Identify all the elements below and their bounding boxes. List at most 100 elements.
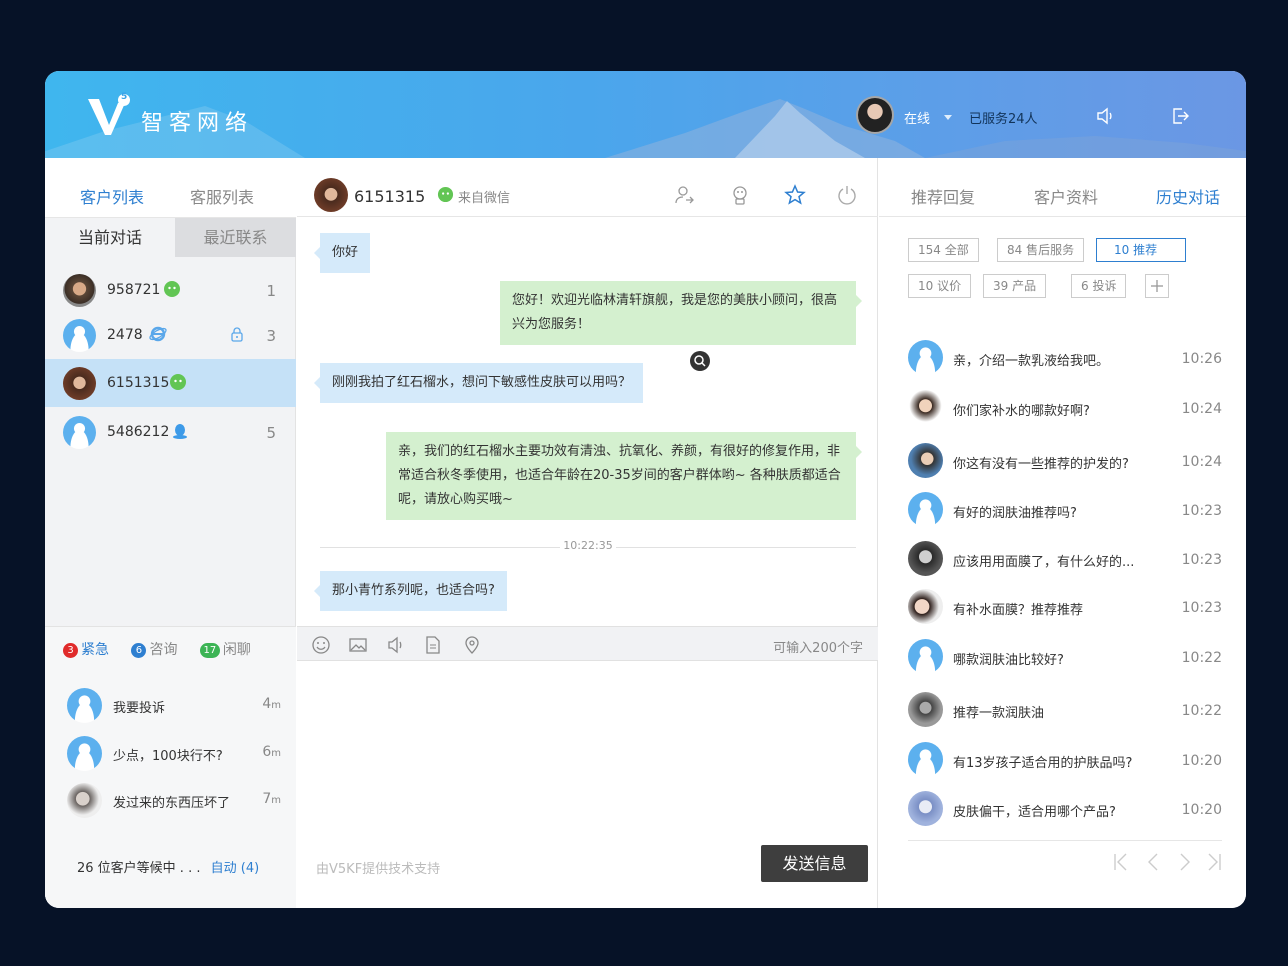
history-item[interactable]: 你们家补水的哪款好啊? 10:24 <box>908 388 1222 428</box>
customer-item[interactable]: 5486212 5 <box>45 408 296 456</box>
tab-customer-list[interactable]: 客户列表 <box>80 184 144 208</box>
avatar <box>908 390 943 425</box>
history-question: 有13岁孩子适合用的护肤品吗? <box>953 756 1133 771</box>
last-page-icon[interactable] <box>1204 851 1224 873</box>
avatar <box>908 541 943 576</box>
history-item[interactable]: 亲，介绍一款乳液给我吧。 10:26 <box>908 338 1222 378</box>
input-toolbar: 可输入200个字 <box>297 626 878 661</box>
tag-filter[interactable]: 10 议价 <box>908 274 972 298</box>
auto-assign-link[interactable]: 自动 (4) <box>211 861 260 876</box>
divider <box>879 216 1246 217</box>
history-time: 10:22 <box>1181 650 1222 666</box>
customer-item[interactable]: 2478 3 <box>45 311 296 359</box>
message-incoming: 那小青竹系列呢，也适合吗? <box>314 571 507 611</box>
default-avatar-icon <box>63 416 96 449</box>
status-dropdown-icon[interactable] <box>944 115 952 120</box>
customer-id: 6151315 <box>107 375 170 391</box>
history-item[interactable]: 有好的润肤油推荐吗? 10:23 <box>908 490 1222 530</box>
tag-filter[interactable]: 39 产品 <box>983 274 1047 298</box>
waiting-message: 我要投诉 <box>113 701 166 716</box>
unread-count: 5 <box>266 424 276 442</box>
message-input[interactable] <box>297 662 878 837</box>
power-end-icon[interactable] <box>836 184 858 206</box>
app-header: 5 智客网络 在线 已服务24人 <box>45 71 1246 158</box>
star-icon[interactable] <box>784 184 806 206</box>
status-text[interactable]: 在线 <box>904 108 930 127</box>
speaker-icon[interactable] <box>1094 105 1116 127</box>
default-avatar-icon <box>908 340 943 375</box>
next-page-icon[interactable] <box>1175 851 1195 873</box>
document-icon[interactable] <box>423 635 443 655</box>
emoji-icon[interactable] <box>311 635 331 655</box>
tab-agent-list[interactable]: 客服列表 <box>190 184 254 208</box>
wechat-icon <box>170 374 186 390</box>
powered-by: 由V5KF提供技术支持 <box>316 862 441 877</box>
agent-avatar[interactable] <box>856 96 894 134</box>
tag-filter[interactable]: 154 全部 <box>908 238 979 262</box>
chat-source: 来自微信 <box>458 191 511 206</box>
subtab-current[interactable]: 当前对话 <box>45 218 175 257</box>
send-button[interactable]: 发送信息 <box>761 845 868 882</box>
tab-customer-info[interactable]: 客户资料 <box>1034 184 1098 208</box>
first-page-icon[interactable] <box>1111 851 1131 873</box>
tag-filter[interactable]: 6 投诉 <box>1071 274 1127 298</box>
voice-icon[interactable] <box>386 635 406 655</box>
wechat-icon <box>164 281 180 297</box>
history-time: 10:20 <box>1181 753 1222 769</box>
char-limit: 可输入200个字 <box>773 641 863 656</box>
avatar <box>63 367 96 400</box>
divider <box>908 840 1222 841</box>
history-question: 你们家补水的哪款好啊? <box>953 404 1090 419</box>
history-time: 10:26 <box>1181 351 1222 367</box>
history-item[interactable]: 你这有没有一些推荐的护发的? 10:24 <box>908 441 1222 481</box>
default-avatar-icon <box>63 319 96 352</box>
waiting-item[interactable]: 发过来的东西压坏了 7m <box>67 779 281 819</box>
history-item[interactable]: 推荐一款润肤油 10:22 <box>908 690 1222 730</box>
customer-id: 5486212 <box>107 424 170 440</box>
search-reply-icon[interactable] <box>690 351 710 371</box>
location-icon[interactable] <box>462 635 482 655</box>
tag-filter-active[interactable]: 10 推荐 <box>1096 238 1186 262</box>
history-item[interactable]: 有13岁孩子适合用的护肤品吗? 10:20 <box>908 740 1222 780</box>
transfer-user-icon[interactable] <box>673 184 695 206</box>
logout-icon[interactable] <box>1169 105 1191 127</box>
wait-time: 4m <box>262 696 281 712</box>
history-item[interactable]: 哪款润肤油比较好? 10:22 <box>908 637 1222 677</box>
history-item[interactable]: 有补水面膜？推荐推荐 10:23 <box>908 587 1222 627</box>
message-incoming: 你好 <box>313 233 371 273</box>
ie-browser-icon <box>149 326 167 342</box>
category-consult[interactable]: 6 咨询 <box>131 642 177 658</box>
tab-recommended-reply[interactable]: 推荐回复 <box>911 184 975 208</box>
image-icon[interactable] <box>348 635 368 655</box>
history-item[interactable]: 应该用用面膜了，有什么好的... 10:23 <box>908 539 1222 579</box>
wait-time: 7m <box>262 791 281 807</box>
avatar <box>63 274 96 307</box>
history-item[interactable]: 皮肤偏干，适合用哪个产品? 10:20 <box>908 789 1222 829</box>
waiting-item[interactable]: 我要投诉 4m <box>67 684 281 724</box>
waiting-item[interactable]: 少点，100块行不? 6m <box>67 732 281 772</box>
robot-icon[interactable] <box>729 184 751 206</box>
message-outgoing: 亲，我们的红石榴水主要功效有清浊、抗氧化、养颜，有很好的修复作用，非常适合秋冬季… <box>386 432 862 520</box>
category-filters: 3 紧急 6 咨询 17 闲聊 <box>63 639 251 659</box>
add-tag-button[interactable] <box>1145 274 1169 298</box>
left-panel: 客户列表 客服列表 当前对话 最近联系 958721 1 2478 3 6151… <box>45 158 296 908</box>
customer-item-selected[interactable]: 6151315 <box>45 359 296 407</box>
wechat-icon <box>437 186 454 203</box>
prev-page-icon[interactable] <box>1143 851 1163 873</box>
wait-time: 6m <box>262 744 281 760</box>
brand-name: 智客网络 <box>141 111 254 136</box>
category-chat[interactable]: 17 闲聊 <box>199 642 251 658</box>
lock-icon <box>231 327 243 342</box>
customer-item[interactable]: 958721 1 <box>45 266 296 314</box>
category-urgent[interactable]: 3 紧急 <box>63 642 109 658</box>
tab-history[interactable]: 历史对话 <box>1156 184 1220 208</box>
history-time: 10:23 <box>1181 552 1222 568</box>
subtab-recent[interactable]: 最近联系 <box>175 218 296 257</box>
waiting-message: 少点，100块行不? <box>113 749 223 764</box>
history-time: 10:23 <box>1181 503 1222 519</box>
app-window: 5 智客网络 在线 已服务24人 客户列表 客服列表 当前对话 最近联系 958… <box>45 71 1246 908</box>
default-avatar-icon <box>908 639 943 674</box>
history-question: 推荐一款润肤油 <box>953 706 1045 721</box>
tag-filter[interactable]: 84 售后服务 <box>997 238 1085 262</box>
chat-timestamp: 10:22:35 <box>320 539 856 555</box>
